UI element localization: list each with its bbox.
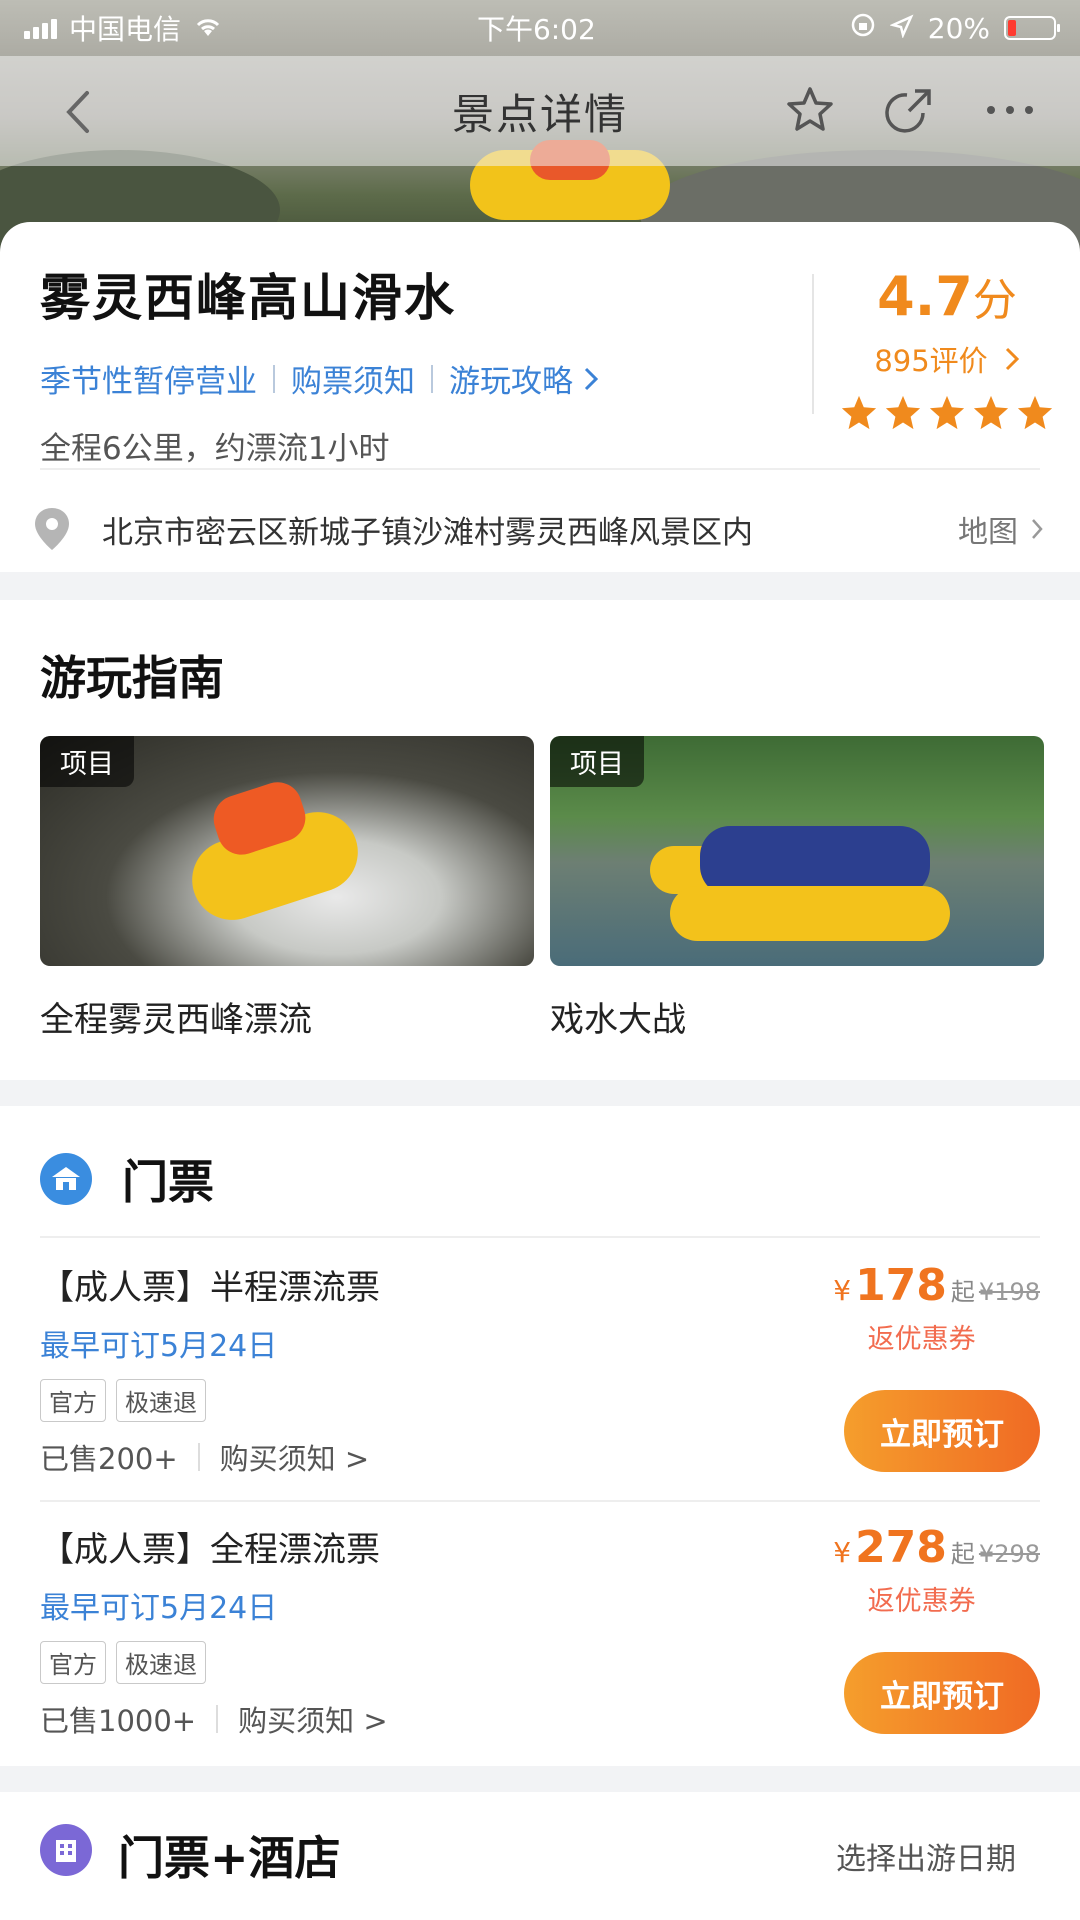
ticket-item[interactable]: 【成人票】半程漂流票 最早可订5月24日 官方 极速退 已售200+ 购买须知 … [40,1260,1040,1500]
status-bar: 中国电信 下午6:02 20% [0,0,1080,56]
coupon-label: 返优惠券 [867,1586,976,1617]
share-icon [885,89,931,133]
battery-percent: 20% [927,11,990,45]
star-icon [841,395,877,430]
select-date-button[interactable]: 选择出游日期 [836,1834,1016,1878]
sold-count: 已售1000+ [40,1704,197,1738]
ticket-item[interactable]: 【成人票】全程漂流票 最早可订5月24日 官方 极速退 已售1000+ 购买须知… [40,1522,1040,1762]
page-title: 景点详情 [451,89,628,139]
guide-image: 项目 [550,736,1044,966]
chevron-left-icon [66,91,89,133]
more-button[interactable] [980,80,1040,140]
play-guide-section: 游玩指南 项目 全程雾灵西峰漂流 项目 戏水大战 [0,600,1080,1080]
nav-bar: 景点详情 [0,56,1080,166]
wifi-icon [193,12,223,45]
sold-count: 已售200+ [40,1442,178,1476]
guide-image: 项目 [40,736,534,966]
guide-card[interactable]: 项目 全程雾灵西峰漂流 [40,736,534,1041]
section-title: 门票 [122,1155,214,1209]
chevron-right-icon [1005,347,1019,371]
star-icon [973,395,1009,430]
original-price: ¥298 [978,1540,1040,1568]
lock-rotation-icon [850,12,876,45]
spot-description: 全程6公里，约漂流1小时 [40,431,390,467]
spot-links: 季节性暂停营业 购票须知 游玩攻略 [40,356,800,401]
section-title: 游玩指南 [40,651,224,705]
price-amount: 178 [855,1260,947,1311]
location-pin-icon [35,508,69,550]
spot-name: 雾灵西峰高山滑水 [40,269,456,327]
rating-score: 4.7分 [877,265,1017,328]
ticket-price: ¥178 起 ¥198 返优惠券 [833,1260,1040,1355]
map-link[interactable]: 地图 [958,507,1044,551]
original-price: ¥198 [978,1278,1040,1306]
clock: 下午6:02 [476,13,596,46]
ticket-icon [40,1153,92,1205]
book-now-button[interactable]: 立即预订 [844,1652,1040,1734]
share-button[interactable] [880,80,940,140]
guide-caption: 戏水大战 [550,1000,686,1040]
carrier-label: 中国电信 [69,13,182,46]
ticket-hotel-section: 门票+酒店 选择出游日期 [0,1792,1080,1920]
rating-block[interactable]: 4.7分 895评价 [832,264,1062,432]
section-title: 门票+酒店 [118,1831,341,1885]
star-icon [885,395,921,430]
location-icon [888,12,914,45]
link-ticket-notice[interactable]: 购票须知 [291,356,415,401]
hotel-icon [40,1824,92,1876]
price-amount: 278 [855,1522,947,1573]
purchase-notice-link[interactable]: 购买须知 > [220,1436,370,1478]
signal-icon [24,17,57,39]
guide-card[interactable]: 项目 戏水大战 [550,736,1044,1041]
coupon-label: 返优惠券 [867,1324,976,1355]
favorite-button[interactable] [780,80,840,140]
ticket-tag: 极速退 [116,1641,206,1684]
tickets-section: 门票 【成人票】半程漂流票 最早可订5月24日 官方 极速退 已售200+ 购买… [0,1106,1080,1766]
chevron-right-icon [1032,519,1043,539]
rating-stars [832,394,1062,432]
book-now-button[interactable]: 立即预订 [844,1390,1040,1472]
ticket-tag: 官方 [40,1379,106,1422]
back-button[interactable] [48,82,108,142]
star-outline-icon [787,87,833,131]
address-text: 北京市密云区新城子镇沙滩村雾灵西峰风景区内 [102,514,753,551]
spot-info-card: 雾灵西峰高山滑水 季节性暂停营业 购票须知 游玩攻略 全程6公里，约漂流1小时 … [0,222,1080,572]
link-seasonal-closure[interactable]: 季节性暂停营业 [40,356,257,401]
more-dots-icon [987,106,1033,114]
purchase-notice-link[interactable]: 购买须知 > [238,1698,388,1740]
guide-caption: 全程雾灵西峰漂流 [40,1000,312,1040]
review-count[interactable]: 895评价 [832,338,1062,380]
address-row[interactable]: 北京市密云区新城子镇沙滩村雾灵西峰风景区内 地图 [32,494,1044,564]
ticket-price: ¥278 起 ¥298 返优惠券 [833,1522,1040,1617]
battery-icon [1003,16,1060,40]
chevron-right-icon [584,367,599,390]
ticket-tag: 官方 [40,1641,106,1684]
link-play-guide[interactable]: 游玩攻略 [449,356,573,401]
guide-tag: 项目 [550,736,644,787]
ticket-tag: 极速退 [116,1379,206,1422]
star-icon [1017,395,1053,430]
guide-tag: 项目 [40,736,134,787]
star-icon [929,395,965,430]
